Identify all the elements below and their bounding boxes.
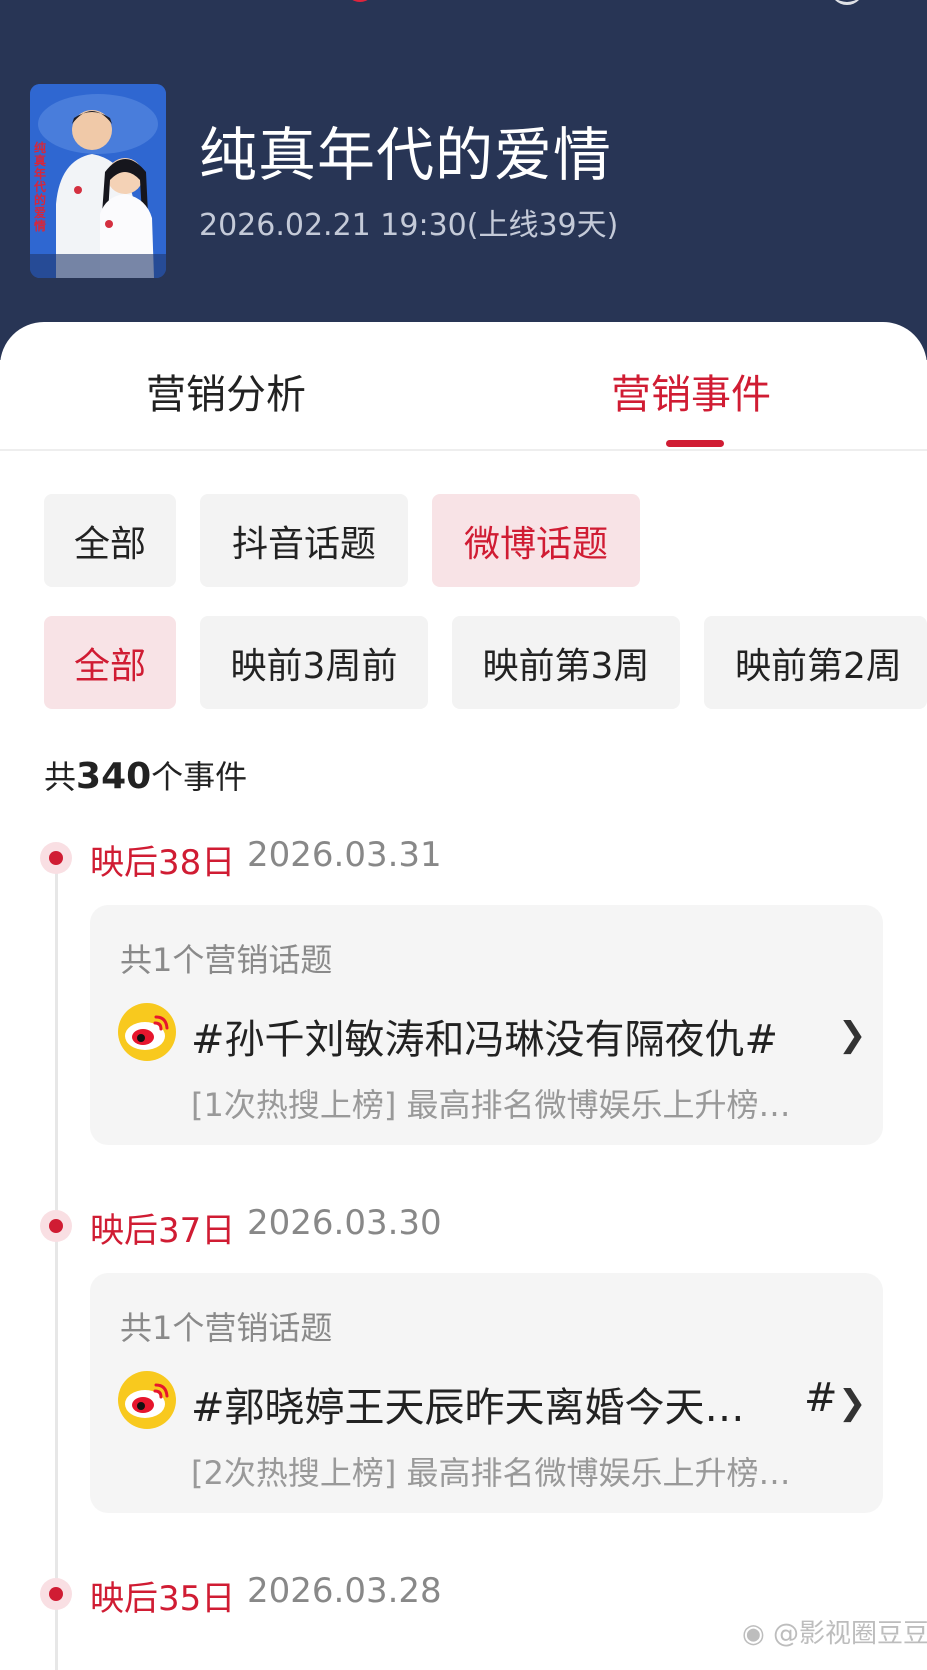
event-count-number: 340 [76,756,152,797]
movie-header: 纯真年代的爱情 纯真年代的爱情 2026.02.21 19:30(上线39天) [0,0,927,360]
event-count-prefix: 共 [44,758,77,796]
event-day-label: 映后38日 [90,843,236,883]
topic-title[interactable]: #郭晓婷王天辰昨天离婚今天… [191,1375,745,1433]
timeline-line [55,850,58,1670]
watermark: ◉ @影视圈豆豆 [742,1613,927,1650]
timeline-dot [40,1578,72,1610]
menu-icon[interactable] [830,0,864,5]
event-day-label: 映后37日 [90,1211,236,1251]
weibo-watermark-icon: ◉ [742,1619,765,1649]
chevron-right-icon[interactable]: ❯ [838,1383,867,1423]
platform-filter-douyin[interactable]: 抖音话题 [200,494,408,587]
event-count-suffix: 个事件 [151,758,248,796]
topic-detail: [1次热搜上榜] 最高排名微博娱乐上升榜… [191,1086,791,1124]
period-filter-all[interactable]: 全部 [44,616,176,709]
watermark-text: @影视圈豆豆 [772,1619,927,1649]
movie-poster: 纯真年代的爱情 [30,84,166,278]
period-filter-week-2[interactable]: 映前第2周 [704,616,927,709]
poster-title-text: 纯真年代的爱情 [34,141,47,233]
event-count: 共340个事件 [44,752,247,798]
event-card[interactable]: 共1个营销话题 #孙千刘敏涛和冯琳没有隔夜仇# ❯ [1次热搜上榜] 最高排名微… [90,905,883,1145]
poster-illustration [30,84,166,278]
tab-marketing-events[interactable]: 营销事件 [611,362,771,420]
event-date: 2026.03.28 [247,1571,442,1611]
timeline-dot [40,1210,72,1242]
release-time: 2026.02.21 19:30(上线39天) [199,208,619,243]
chevron-right-icon[interactable]: ❯ [838,1015,867,1055]
topic-detail: [2次热搜上榜] 最高排名微博娱乐上升榜… [191,1454,791,1492]
tab-divider [0,449,927,451]
platform-filter-all[interactable]: 全部 [44,494,176,587]
event-date: 2026.03.30 [247,1203,442,1243]
content-panel: 营销分析 营销事件 全部 抖音话题 微博话题 全部 映前3周前 映前第3周 映前… [0,322,927,1670]
weibo-icon [118,1003,176,1061]
active-tab-indicator [666,440,724,447]
movie-title: 纯真年代的爱情 [199,121,613,189]
weibo-icon [118,1371,176,1429]
topic-title[interactable]: #孙千刘敏涛和冯琳没有隔夜仇# [191,1007,778,1065]
platform-filter-weibo[interactable]: 微博话题 [432,494,640,587]
event-date: 2026.03.31 [247,835,442,875]
status-indicator-icon [345,0,375,2]
topic-title-tail: # [804,1375,838,1421]
period-filter-week-3[interactable]: 映前第3周 [452,616,680,709]
event-day-label: 映后35日 [90,1579,236,1619]
event-card[interactable]: 共1个营销话题 #郭晓婷王天辰昨天离婚今天… # ❯ [2次热搜上榜] 最高排名… [90,1273,883,1513]
topic-count: 共1个营销话题 [120,941,333,979]
timeline-dot [40,842,72,874]
tab-marketing-analysis[interactable]: 营销分析 [146,362,306,420]
topic-count: 共1个营销话题 [120,1309,333,1347]
period-filter-before-3-weeks[interactable]: 映前3周前 [200,616,428,709]
